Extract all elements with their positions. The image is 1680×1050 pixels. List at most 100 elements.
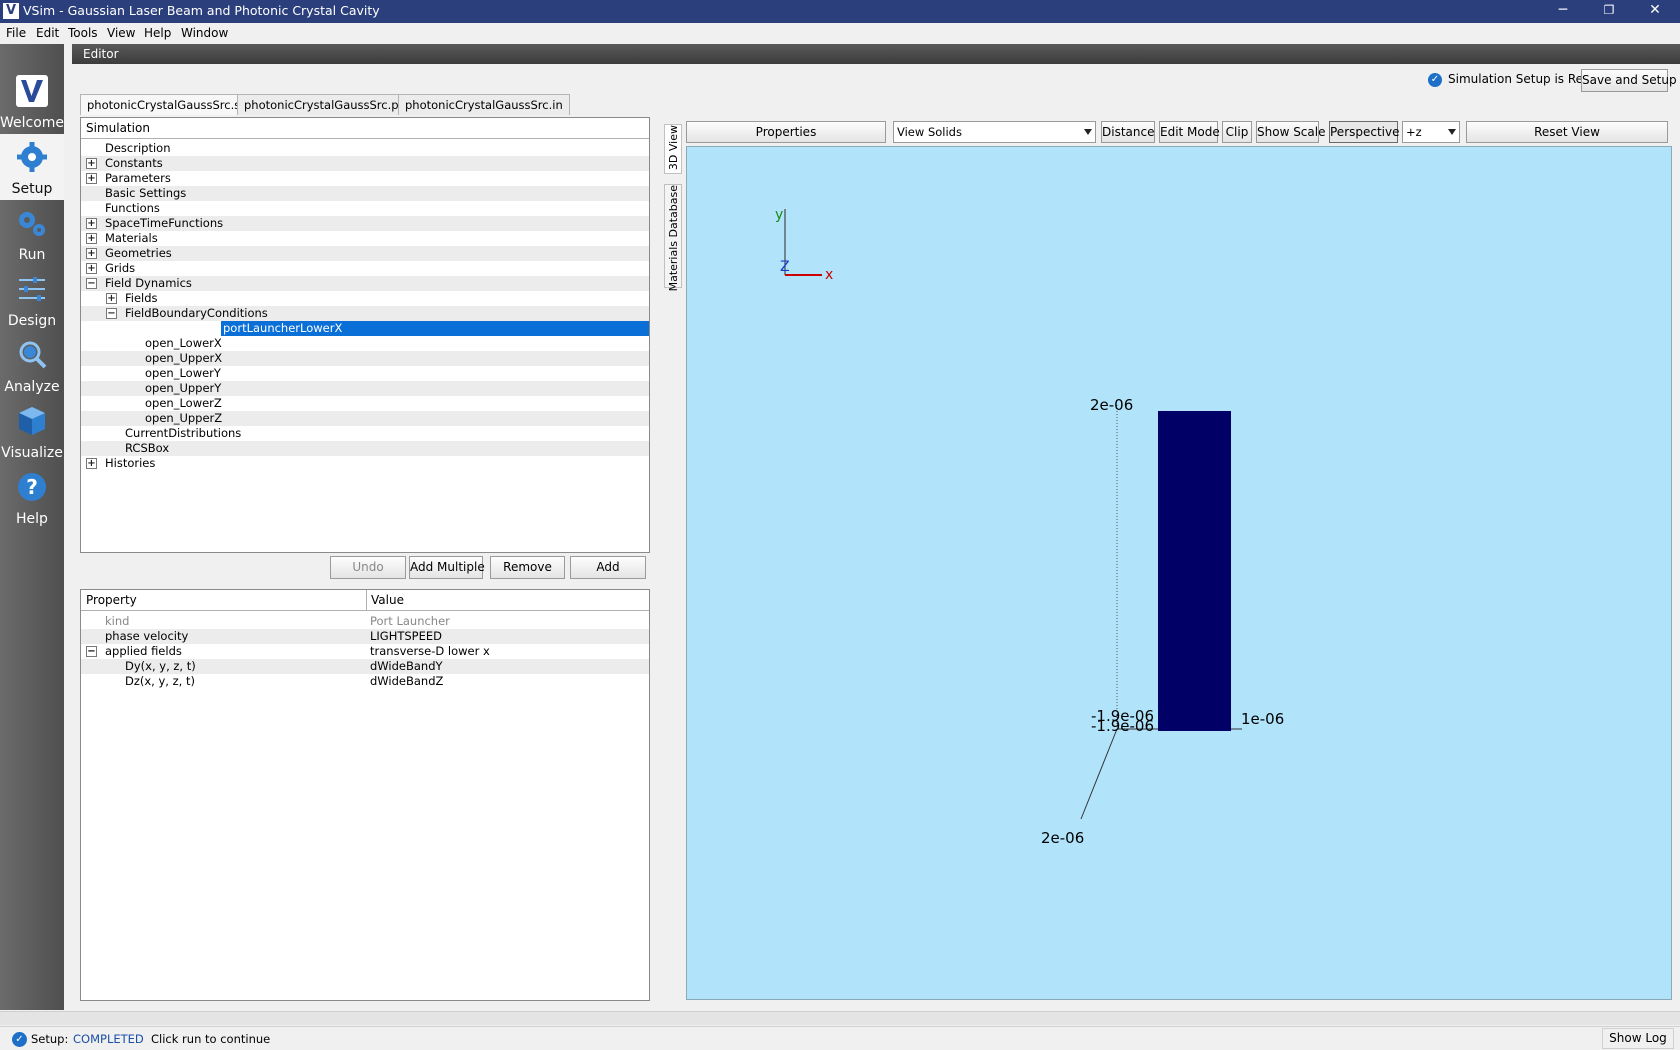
edit-mode-button[interactable]: Edit Mode — [1159, 121, 1220, 143]
horizontal-scrollbar[interactable] — [0, 1011, 1680, 1025]
expand-icon[interactable]: + — [86, 248, 97, 259]
3d-viewport[interactable]: y Z x 2e-06 -1.9e-06 -1.9e-06 1e-06 2e-0… — [686, 146, 1672, 1000]
tree-item-functions[interactable]: Functions — [81, 201, 649, 216]
prop-row-dy[interactable]: Dy(x, y, z, t) dWideBandY — [81, 659, 649, 674]
view-mode-value: View Solids — [897, 125, 962, 139]
tree-item-geometries[interactable]: + Geometries — [81, 246, 649, 261]
tab-in[interactable]: photonicCrystalGaussSrc.in — [398, 94, 570, 115]
tree-header: Simulation — [81, 118, 649, 139]
collapse-icon[interactable]: − — [86, 278, 97, 289]
nav-design[interactable]: Design — [0, 266, 64, 332]
tree-item-fieldboundaryconditions[interactable]: − FieldBoundaryConditions — [81, 306, 649, 321]
depth-scale-axis — [1080, 728, 1118, 820]
axis-select[interactable]: +z — [1402, 121, 1460, 143]
axis-y-label: y — [775, 207, 783, 223]
status-bar: ✓ Setup: COMPLETED Click run to continue… — [0, 1026, 1680, 1050]
expand-icon[interactable]: + — [106, 293, 117, 304]
prop-row-phase-velocity[interactable]: phase velocity LIGHTSPEED — [81, 629, 649, 644]
tree-item-field-dynamics[interactable]: − Field Dynamics — [81, 276, 649, 291]
expand-icon[interactable]: + — [86, 263, 97, 274]
scale-label-right: 1e-06 — [1241, 710, 1284, 728]
minimize-button[interactable]: ─ — [1540, 0, 1586, 23]
editor-header: Editor — [72, 44, 1680, 64]
nav-run[interactable]: Run — [0, 200, 64, 266]
check-icon: ✓ — [1428, 72, 1442, 87]
reset-view-button[interactable]: Reset View — [1466, 121, 1668, 143]
side-tabs: 3D View Materials Database — [662, 118, 684, 998]
status-hint: Click run to continue — [151, 1032, 271, 1046]
left-nav: Welcome Setup Run Design Analyze Visuali… — [0, 44, 64, 1010]
tab-materials-database[interactable]: Materials Database — [664, 184, 682, 291]
distance-button[interactable]: Distance — [1101, 121, 1155, 143]
tree-item-open-lowerx[interactable]: open_LowerX — [81, 336, 649, 351]
scale-label-top: 2e-06 — [1090, 396, 1133, 414]
tree-item-open-lowerz[interactable]: open_LowerZ — [81, 396, 649, 411]
properties-header: Property Value — [81, 590, 649, 611]
tree-item-materials[interactable]: + Materials — [81, 231, 649, 246]
col-value: Value — [371, 593, 404, 607]
axis-x-label: x — [825, 267, 833, 283]
tab-sdf[interactable]: photonicCrystalGaussSrc.sdf — [80, 94, 259, 115]
tree-item-description[interactable]: Description — [81, 141, 649, 156]
tree-item-open-lowery[interactable]: open_LowerY — [81, 366, 649, 381]
expand-icon[interactable]: + — [86, 173, 97, 184]
magnifier-icon — [19, 341, 47, 369]
collapse-icon[interactable]: − — [86, 646, 97, 657]
nav-setup[interactable]: Setup — [0, 134, 64, 200]
tree-item-open-uppery[interactable]: open_UpperY — [81, 381, 649, 396]
expand-icon[interactable]: + — [86, 218, 97, 229]
properties-table: Property Value kind Port Launcher phase v… — [80, 589, 650, 1001]
tree-item-open-upperx[interactable]: open_UpperX — [81, 351, 649, 366]
maximize-button[interactable]: ❐ — [1586, 0, 1632, 23]
add-multiple-button[interactable]: Add Multiple — [409, 556, 485, 579]
tree-item-fields[interactable]: + Fields — [81, 291, 649, 306]
tree-item-spacetimefunctions[interactable]: + SpaceTimeFunctions — [81, 216, 649, 231]
nav-help[interactable]: ? Help — [0, 464, 64, 530]
menu-tools[interactable]: Tools — [68, 26, 98, 40]
tree-item-basic-settings[interactable]: Basic Settings — [81, 186, 649, 201]
prop-row-kind[interactable]: kind Port Launcher — [81, 614, 649, 629]
tab-pre[interactable]: photonicCrystalGaussSrc.pre — [237, 94, 418, 115]
menu-window[interactable]: Window — [181, 26, 228, 40]
show-scale-button[interactable]: Show Scale — [1256, 121, 1325, 143]
save-and-setup-button[interactable]: Save and Setup — [1581, 69, 1677, 92]
close-button[interactable]: ✕ — [1632, 0, 1678, 23]
expand-icon[interactable]: + — [86, 458, 97, 469]
col-property: Property — [86, 593, 137, 607]
tree-item-grids[interactable]: + Grids — [81, 261, 649, 276]
expand-icon[interactable]: + — [86, 158, 97, 169]
menu-edit[interactable]: Edit — [36, 26, 59, 40]
prop-row-applied-fields[interactable]: − applied fields transverse-D lower x — [81, 644, 649, 659]
tree-item-parameters[interactable]: + Parameters — [81, 171, 649, 186]
view-mode-select[interactable]: View Solids — [893, 121, 1096, 143]
question-icon: ? — [18, 473, 46, 501]
nav-visualize[interactable]: Visualize — [0, 398, 64, 464]
menu-view[interactable]: View — [107, 26, 135, 40]
nav-visualize-label: Visualize — [1, 445, 63, 461]
remove-button[interactable]: Remove — [490, 556, 565, 579]
tab-3d-view[interactable]: 3D View — [664, 124, 682, 174]
tree-item-currentdistributions[interactable]: CurrentDistributions — [81, 426, 649, 441]
status-state: COMPLETED — [73, 1032, 144, 1046]
show-log-button[interactable]: Show Log — [1602, 1028, 1674, 1049]
prop-row-dz[interactable]: Dz(x, y, z, t) dWideBandZ — [81, 674, 649, 689]
expand-icon[interactable]: + — [86, 233, 97, 244]
collapse-icon[interactable]: − — [106, 308, 117, 319]
undo-button[interactable]: Undo — [330, 556, 406, 579]
menu-file[interactable]: File — [6, 26, 26, 40]
axis-value: +z — [1406, 125, 1422, 139]
tree-item-portlauncherlowerx[interactable]: portLauncherLowerX — [81, 321, 649, 336]
clip-button[interactable]: Clip — [1222, 121, 1252, 143]
tree-item-rcsbox[interactable]: RCSBox — [81, 441, 649, 456]
nav-analyze[interactable]: Analyze — [0, 332, 64, 398]
tree-item-histories[interactable]: + Histories — [81, 456, 649, 471]
perspective-toggle[interactable]: Perspective — [1329, 121, 1400, 143]
axis-z-label: Z — [780, 259, 790, 275]
tree-item-constants[interactable]: + Constants — [81, 156, 649, 171]
nav-welcome[interactable]: Welcome — [0, 68, 64, 134]
photonic-crystal-solid[interactable] — [1158, 411, 1231, 731]
add-button[interactable]: Add — [570, 556, 646, 579]
tree-item-open-upperz[interactable]: open_UpperZ — [81, 411, 649, 426]
menu-help[interactable]: Help — [144, 26, 171, 40]
properties-button[interactable]: Properties — [686, 121, 886, 143]
